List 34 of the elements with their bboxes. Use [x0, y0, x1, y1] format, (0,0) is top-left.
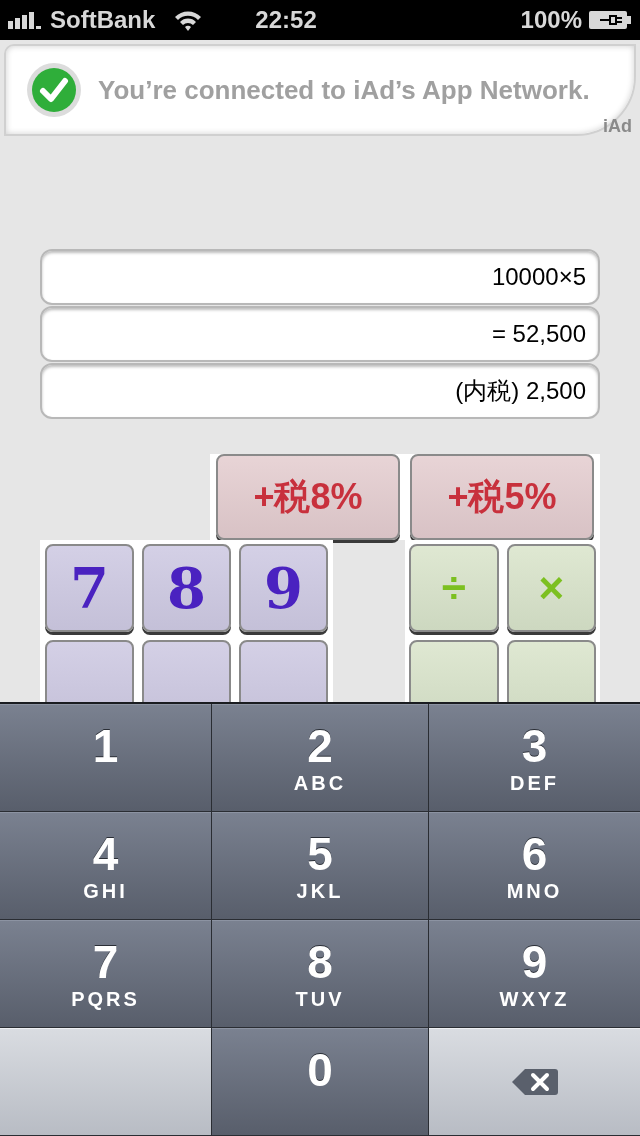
keypad-key[interactable]: 2 ABC	[212, 704, 428, 811]
signal-icon	[8, 11, 44, 29]
operator-key[interactable]	[409, 640, 499, 702]
digit-key[interactable]: 7	[45, 544, 134, 632]
backspace-icon	[510, 1067, 559, 1097]
ad-message: You’re connected to iAd’s App Network.	[98, 73, 590, 107]
battery-percent: 100%	[520, 5, 582, 35]
display-field: 10000×5	[40, 249, 600, 305]
wifi-icon	[173, 9, 204, 31]
digit-key[interactable]	[239, 640, 328, 702]
keypad-key[interactable]: 9 WXYZ	[429, 920, 640, 1027]
checkmark-icon	[26, 62, 82, 118]
digit-key[interactable]	[142, 640, 231, 702]
digit-key[interactable]: 9	[239, 544, 328, 632]
digit-key[interactable]: 8	[142, 544, 231, 632]
display-field: = 52,500	[40, 306, 600, 362]
clock-time: 22:52	[255, 5, 317, 35]
tax-button[interactable]: +税8%	[216, 454, 400, 540]
ad-brand: iAd	[603, 115, 632, 138]
delete-key[interactable]	[429, 1028, 640, 1135]
keypad-key[interactable]: 8 TUV	[212, 920, 428, 1027]
tax-button[interactable]: +税5%	[410, 454, 594, 540]
keypad-key[interactable]: 1	[0, 704, 211, 811]
battery-icon	[588, 9, 632, 31]
operator-key[interactable]	[506, 640, 596, 702]
keypad-key[interactable]: 0	[212, 1028, 428, 1135]
display-field: (内税) 2,500	[40, 363, 600, 419]
digit-key[interactable]	[45, 640, 134, 702]
keypad-key[interactable]: 7 PQRS	[0, 920, 211, 1027]
keypad-key[interactable]: 4 GHI	[0, 812, 211, 919]
carrier-name: SoftBank	[50, 5, 156, 35]
keypad-key[interactable]: 3 DEF	[429, 704, 640, 811]
keypad-key[interactable]: 6 MNO	[429, 812, 640, 919]
keypad-key[interactable]: 5 JKL	[212, 812, 428, 919]
